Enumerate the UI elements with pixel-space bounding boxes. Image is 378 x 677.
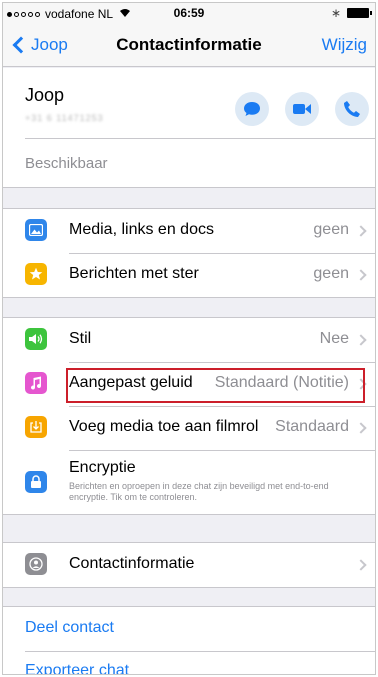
starred-messages-row[interactable]: Berichten met ster geen [3,253,375,297]
star-icon [25,263,47,285]
status-bar: vodafone NL 06:59 ∗ [3,3,375,23]
encryption-description: Berichten en oproepen in deze chat zijn … [69,481,329,502]
phone-icon [344,101,360,117]
page-title: Contactinformatie [116,35,262,54]
download-icon [25,416,47,438]
contact-status: Beschikbaar [25,155,108,172]
navigation-bar: Joop Contactinformatie Wijzig [3,23,375,67]
chevron-right-icon [355,559,367,571]
chevron-right-icon [355,334,367,346]
bluetooth-icon: ∗ [330,6,341,20]
chat-bubble-icon [244,102,260,116]
contact-header: Joop +31 6 11471253 Beschikbaar [3,68,375,188]
battery-icon [347,8,372,18]
video-call-button[interactable] [285,92,319,126]
action-links: Deel contact Exporteer chat [3,606,375,674]
encryption-label: Encryptie [69,459,136,476]
starred-label: Berichten met ster [69,265,199,282]
save-media-label: Voeg media toe aan filmrol [69,418,259,435]
contact-actions [235,92,369,126]
edit-button[interactable]: Wijzig [322,35,367,55]
clock: 06:59 [173,6,205,20]
chevron-right-icon [355,269,367,281]
mute-value: Nee [319,330,349,347]
message-button[interactable] [235,92,269,126]
contact-info-label: Contactinformatie [69,555,195,572]
export-chat-link[interactable]: Exporteer chat [25,662,129,674]
highlight-box [66,368,365,403]
mute-row[interactable]: Stil Nee [3,318,375,362]
encryption-row[interactable]: Encryptie Berichten en oproepen in deze … [3,450,375,514]
save-media-value: Standaard [275,418,349,435]
starred-value: geen [313,265,349,282]
divider [25,651,375,652]
contact-name: Joop [25,85,65,105]
contact-info-group: Contactinformatie [3,542,375,588]
music-note-icon [25,372,47,394]
voice-call-button[interactable] [335,92,369,126]
media-group: Media, links en docs geen Berichten met … [3,208,375,298]
speaker-icon [25,328,47,350]
settings-group: Stil Nee Aangepast geluid Standaard (Not… [3,317,375,515]
media-label: Media, links en docs [69,221,214,238]
contact-card-icon [25,553,47,575]
chevron-right-icon [355,225,367,237]
share-contact-link[interactable]: Deel contact [25,619,114,637]
media-links-docs-row[interactable]: Media, links en docs geen [3,209,375,253]
screen: vodafone NL 06:59 ∗ Joop Contactinformat… [2,2,376,675]
chevron-right-icon [355,422,367,434]
mute-label: Stil [69,330,92,347]
media-value: geen [313,221,349,238]
contact-number: +31 6 11471253 [25,113,104,123]
save-to-camera-roll-row[interactable]: Voeg media toe aan filmrol Standaard [3,406,375,450]
lock-icon [25,471,47,493]
photo-icon [25,219,47,241]
video-camera-icon [293,104,311,114]
contact-info-row[interactable]: Contactinformatie [3,543,375,587]
divider [25,138,375,139]
